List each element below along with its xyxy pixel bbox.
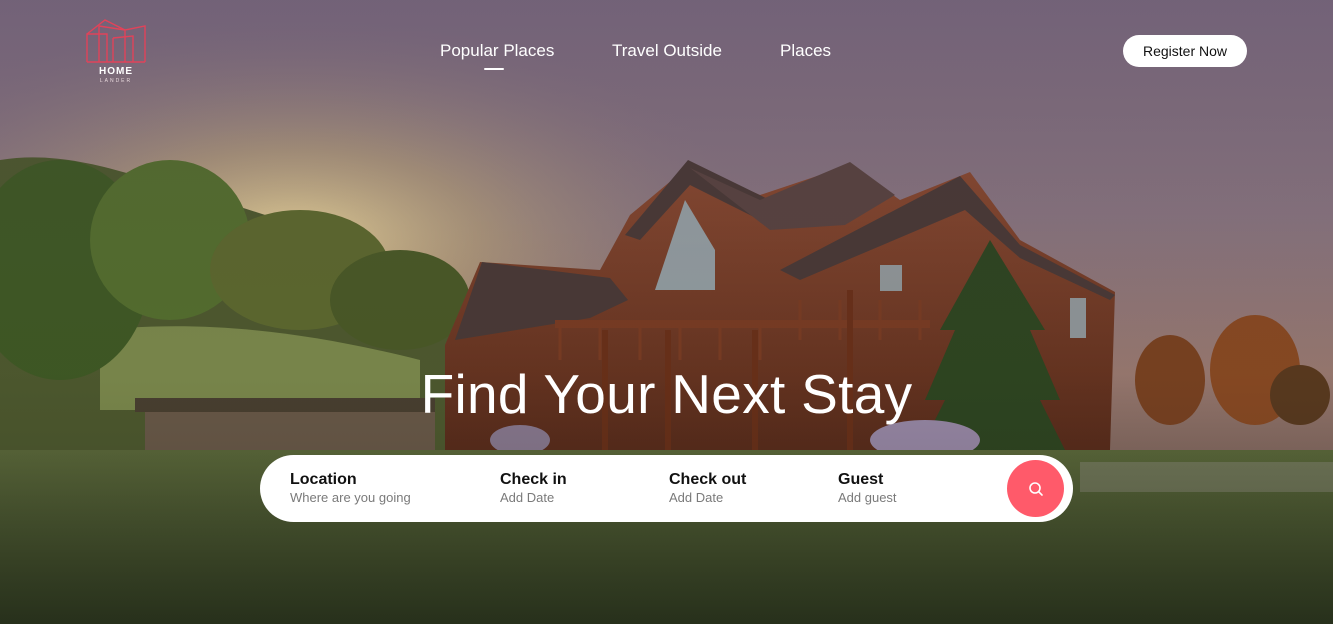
- search-bar: Location Where are you going Check in Ad…: [260, 455, 1073, 522]
- check-in-label: Check in: [500, 471, 567, 488]
- hero-overlay: [0, 0, 1333, 624]
- location-field[interactable]: Location Where are you going: [290, 471, 411, 506]
- nav-item-places[interactable]: Places: [780, 41, 831, 61]
- guest-label: Guest: [838, 471, 884, 488]
- check-in-hint: Add Date: [500, 490, 555, 505]
- check-out-field[interactable]: Check out Add Date: [669, 471, 746, 506]
- search-icon: [1028, 481, 1043, 496]
- nav-item-travel-outside[interactable]: Travel Outside: [612, 41, 722, 61]
- nav-item-popular-places[interactable]: Popular Places: [440, 41, 554, 61]
- guest-field[interactable]: Guest Add guest: [838, 471, 897, 506]
- check-in-field[interactable]: Check in Add Date: [500, 471, 567, 506]
- check-out-hint: Add Date: [669, 490, 724, 505]
- nav-active-indicator: [484, 68, 504, 70]
- location-hint: Where are you going: [290, 490, 411, 505]
- search-button[interactable]: [1007, 460, 1064, 517]
- guest-hint: Add guest: [838, 490, 897, 505]
- house-lines-icon: [86, 19, 146, 63]
- brand-name: HOME: [99, 66, 133, 77]
- hero-headline: Find Your Next Stay: [420, 363, 913, 425]
- hero-section: [0, 0, 1333, 624]
- brand-logo[interactable]: HOME LANDER: [85, 16, 149, 84]
- location-label: Location: [290, 471, 357, 488]
- brand-tagline: LANDER: [99, 78, 133, 84]
- register-button[interactable]: Register Now: [1123, 35, 1247, 67]
- check-out-label: Check out: [669, 471, 747, 488]
